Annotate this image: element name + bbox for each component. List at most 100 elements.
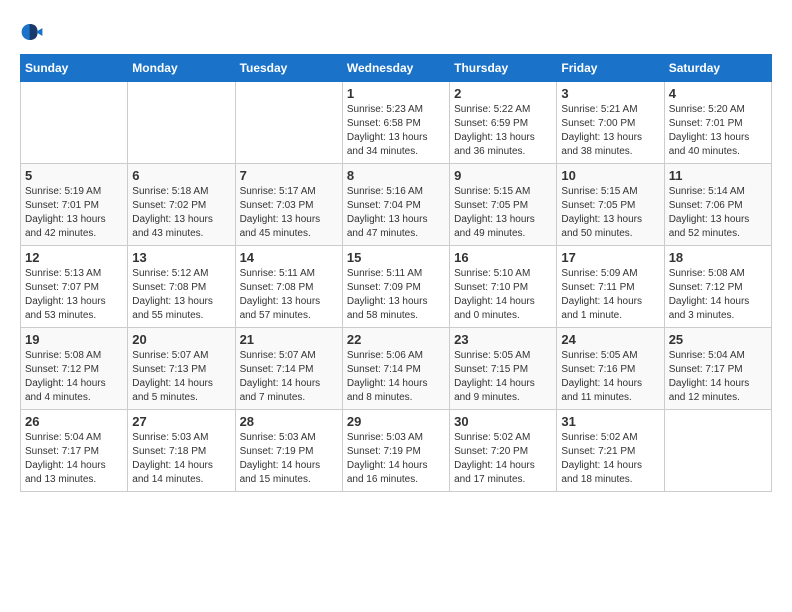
calendar-day-1: 1 Sunrise: 5:23 AM Sunset: 6:58 PM Daylig… — [342, 82, 449, 164]
calendar-day-17: 17 Sunrise: 5:09 AM Sunset: 7:11 PM Dayli… — [557, 246, 664, 328]
day-number: 16 — [454, 250, 552, 265]
day-number: 29 — [347, 414, 445, 429]
calendar-week-row: 26 Sunrise: 5:04 AM Sunset: 7:17 PM Dayli… — [21, 410, 772, 492]
day-number: 14 — [240, 250, 338, 265]
day-info: Sunrise: 5:16 AM Sunset: 7:04 PM Dayligh… — [347, 185, 445, 241]
weekday-header-monday: Monday — [128, 55, 235, 82]
empty-day-cell — [21, 82, 128, 164]
day-info: Sunrise: 5:02 AM Sunset: 7:21 PM Dayligh… — [561, 431, 659, 487]
calendar-day-6: 6 Sunrise: 5:18 AM Sunset: 7:02 PM Daylig… — [128, 164, 235, 246]
empty-day-cell — [128, 82, 235, 164]
calendar-day-7: 7 Sunrise: 5:17 AM Sunset: 7:03 PM Daylig… — [235, 164, 342, 246]
day-info: Sunrise: 5:11 AM Sunset: 7:09 PM Dayligh… — [347, 267, 445, 323]
day-number: 2 — [454, 86, 552, 101]
calendar-day-29: 29 Sunrise: 5:03 AM Sunset: 7:19 PM Dayli… — [342, 410, 449, 492]
calendar-week-row: 1 Sunrise: 5:23 AM Sunset: 6:58 PM Daylig… — [21, 82, 772, 164]
day-info: Sunrise: 5:03 AM Sunset: 7:19 PM Dayligh… — [347, 431, 445, 487]
weekday-header-wednesday: Wednesday — [342, 55, 449, 82]
day-number: 17 — [561, 250, 659, 265]
calendar-day-23: 23 Sunrise: 5:05 AM Sunset: 7:15 PM Dayli… — [450, 328, 557, 410]
day-number: 15 — [347, 250, 445, 265]
logo-icon — [20, 20, 44, 44]
weekday-header-thursday: Thursday — [450, 55, 557, 82]
day-number: 31 — [561, 414, 659, 429]
day-info: Sunrise: 5:20 AM Sunset: 7:01 PM Dayligh… — [669, 103, 767, 159]
calendar-day-12: 12Sunrise: 5:13 AM Sunset: 7:07 PM Dayli… — [21, 246, 128, 328]
calendar-day-19: 19 Sunrise: 5:08 AM Sunset: 7:12 PM Dayli… — [21, 328, 128, 410]
calendar-day-4: 4 Sunrise: 5:20 AM Sunset: 7:01 PM Daylig… — [664, 82, 771, 164]
weekday-header-saturday: Saturday — [664, 55, 771, 82]
calendar-day-30: 30 Sunrise: 5:02 AM Sunset: 7:20 PM Dayli… — [450, 410, 557, 492]
header — [20, 20, 772, 44]
day-number: 24 — [561, 332, 659, 347]
day-info: Sunrise: 5:17 AM Sunset: 7:03 PM Dayligh… — [240, 185, 338, 241]
day-info: Sunrise: 5:07 AM Sunset: 7:14 PM Dayligh… — [240, 349, 338, 405]
calendar-week-row: 19 Sunrise: 5:08 AM Sunset: 7:12 PM Dayli… — [21, 328, 772, 410]
day-info: Sunrise: 5:10 AM Sunset: 7:10 PM Dayligh… — [454, 267, 552, 323]
calendar-day-10: 10 Sunrise: 5:15 AM Sunset: 7:05 PM Dayli… — [557, 164, 664, 246]
day-info: Sunrise: 5:07 AM Sunset: 7:13 PM Dayligh… — [132, 349, 230, 405]
day-number: 9 — [454, 168, 552, 183]
weekday-header-tuesday: Tuesday — [235, 55, 342, 82]
calendar-table: SundayMondayTuesdayWednesdayThursdayFrid… — [20, 54, 772, 492]
day-number: 5 — [25, 168, 123, 183]
day-number: 26 — [25, 414, 123, 429]
day-number: 10 — [561, 168, 659, 183]
day-number: 13 — [132, 250, 230, 265]
calendar-day-16: 16 Sunrise: 5:10 AM Sunset: 7:10 PM Dayli… — [450, 246, 557, 328]
day-info: Sunrise: 5:19 AM Sunset: 7:01 PM Dayligh… — [25, 185, 123, 241]
empty-day-cell — [235, 82, 342, 164]
day-number: 27 — [132, 414, 230, 429]
calendar-header-row: SundayMondayTuesdayWednesdayThursdayFrid… — [21, 55, 772, 82]
day-info: Sunrise: 5:03 AM Sunset: 7:19 PM Dayligh… — [240, 431, 338, 487]
day-number: 1 — [347, 86, 445, 101]
day-number: 4 — [669, 86, 767, 101]
day-info: Sunrise: 5:05 AM Sunset: 7:16 PM Dayligh… — [561, 349, 659, 405]
weekday-header-friday: Friday — [557, 55, 664, 82]
day-info: Sunrise: 5:22 AM Sunset: 6:59 PM Dayligh… — [454, 103, 552, 159]
calendar-day-22: 22 Sunrise: 5:06 AM Sunset: 7:14 PM Dayli… — [342, 328, 449, 410]
day-info: Sunrise: 5:08 AM Sunset: 7:12 PM Dayligh… — [25, 349, 123, 405]
day-number: 11 — [669, 168, 767, 183]
day-info: Sunrise: 5:04 AM Sunset: 7:17 PM Dayligh… — [25, 431, 123, 487]
day-info: Sunrise: 5:18 AM Sunset: 7:02 PM Dayligh… — [132, 185, 230, 241]
day-info: Sunrise: 5:04 AM Sunset: 7:17 PM Dayligh… — [669, 349, 767, 405]
day-info: Sunrise: 5:15 AM Sunset: 7:05 PM Dayligh… — [454, 185, 552, 241]
calendar-day-9: 9 Sunrise: 5:15 AM Sunset: 7:05 PM Daylig… — [450, 164, 557, 246]
calendar-day-25: 25Sunrise: 5:04 AM Sunset: 7:17 PM Dayli… — [664, 328, 771, 410]
day-number: 20 — [132, 332, 230, 347]
calendar-day-15: 15 Sunrise: 5:11 AM Sunset: 7:09 PM Dayli… — [342, 246, 449, 328]
day-number: 18 — [669, 250, 767, 265]
day-info: Sunrise: 5:21 AM Sunset: 7:00 PM Dayligh… — [561, 103, 659, 159]
calendar-day-26: 26 Sunrise: 5:04 AM Sunset: 7:17 PM Dayli… — [21, 410, 128, 492]
calendar-day-14: 14 Sunrise: 5:11 AM Sunset: 7:08 PM Dayli… — [235, 246, 342, 328]
day-info: Sunrise: 5:08 AM Sunset: 7:12 PM Dayligh… — [669, 267, 767, 323]
calendar-day-11: 11Sunrise: 5:14 AM Sunset: 7:06 PM Dayli… — [664, 164, 771, 246]
day-number: 6 — [132, 168, 230, 183]
day-number: 23 — [454, 332, 552, 347]
day-info: Sunrise: 5:06 AM Sunset: 7:14 PM Dayligh… — [347, 349, 445, 405]
calendar-day-3: 3Sunrise: 5:21 AM Sunset: 7:00 PM Daylig… — [557, 82, 664, 164]
calendar-day-18: 18 Sunrise: 5:08 AM Sunset: 7:12 PM Dayli… — [664, 246, 771, 328]
calendar-day-13: 13 Sunrise: 5:12 AM Sunset: 7:08 PM Dayli… — [128, 246, 235, 328]
day-info: Sunrise: 5:23 AM Sunset: 6:58 PM Dayligh… — [347, 103, 445, 159]
day-info: Sunrise: 5:11 AM Sunset: 7:08 PM Dayligh… — [240, 267, 338, 323]
day-number: 7 — [240, 168, 338, 183]
day-number: 30 — [454, 414, 552, 429]
calendar-day-28: 28Sunrise: 5:03 AM Sunset: 7:19 PM Dayli… — [235, 410, 342, 492]
calendar-day-8: 8Sunrise: 5:16 AM Sunset: 7:04 PM Daylig… — [342, 164, 449, 246]
calendar-day-27: 27Sunrise: 5:03 AM Sunset: 7:18 PM Dayli… — [128, 410, 235, 492]
day-info: Sunrise: 5:09 AM Sunset: 7:11 PM Dayligh… — [561, 267, 659, 323]
day-info: Sunrise: 5:12 AM Sunset: 7:08 PM Dayligh… — [132, 267, 230, 323]
calendar-day-31: 31 Sunrise: 5:02 AM Sunset: 7:21 PM Dayli… — [557, 410, 664, 492]
day-info: Sunrise: 5:02 AM Sunset: 7:20 PM Dayligh… — [454, 431, 552, 487]
calendar-week-row: 5 Sunrise: 5:19 AM Sunset: 7:01 PM Daylig… — [21, 164, 772, 246]
weekday-header-sunday: Sunday — [21, 55, 128, 82]
day-info: Sunrise: 5:05 AM Sunset: 7:15 PM Dayligh… — [454, 349, 552, 405]
day-info: Sunrise: 5:15 AM Sunset: 7:05 PM Dayligh… — [561, 185, 659, 241]
day-number: 22 — [347, 332, 445, 347]
day-number: 19 — [25, 332, 123, 347]
calendar-day-5: 5 Sunrise: 5:19 AM Sunset: 7:01 PM Daylig… — [21, 164, 128, 246]
day-number: 21 — [240, 332, 338, 347]
logo — [20, 20, 48, 44]
